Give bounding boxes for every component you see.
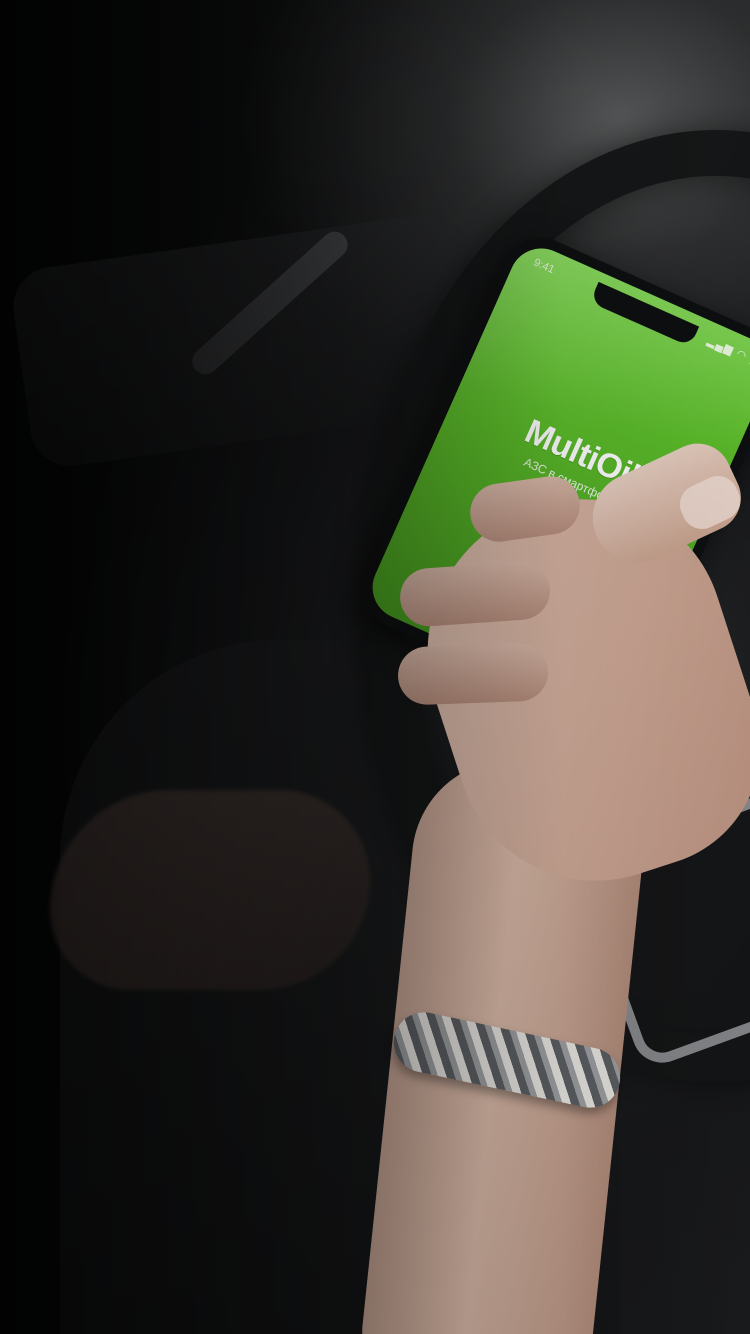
finger-middle: [398, 559, 552, 629]
finger-ring: [397, 642, 549, 706]
driver-left-hand: [50, 790, 370, 990]
splash-scene: 9:41 ▂▄▆ ◠ ▮ MultiOil АЗС в смартфоне: [0, 0, 750, 1334]
